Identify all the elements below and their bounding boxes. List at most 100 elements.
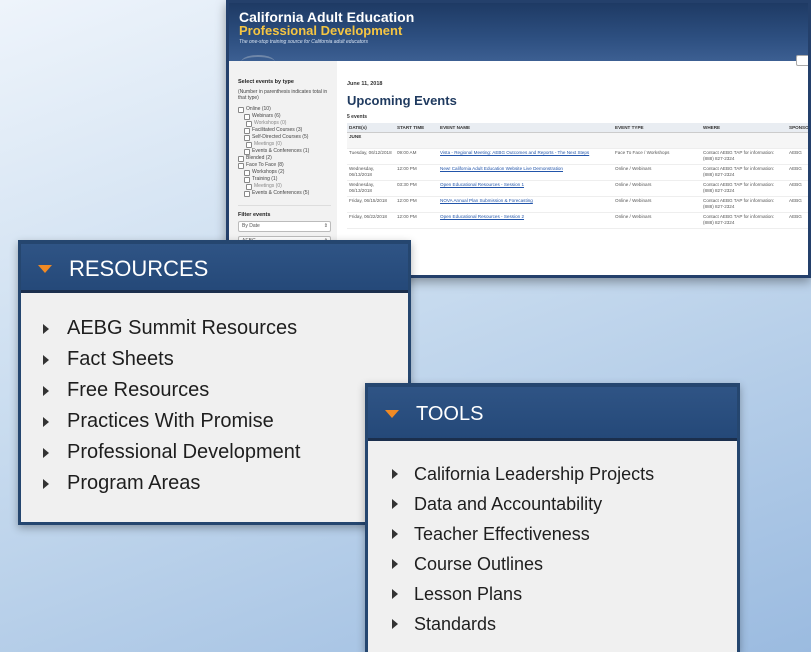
checkbox-icon[interactable] (244, 190, 250, 197)
site-header: California Adult Education Professional … (229, 3, 808, 66)
column-header: EVENT NAME (438, 123, 613, 133)
bullet-triangle-icon (43, 447, 49, 458)
column-header: START TIME (395, 123, 438, 133)
month-label: JUNE (347, 132, 808, 149)
event-type-cell: Online / Webinars (613, 164, 701, 181)
checkbox-icon[interactable] (238, 162, 244, 169)
bullet-triangle-icon (43, 354, 49, 365)
event-link[interactable]: NOVA Annual Plan Submission & Forecastin… (440, 198, 533, 203)
checkbox-icon[interactable] (246, 120, 252, 127)
event-type-cell: Online / Webinars (613, 212, 701, 229)
filter-checkbox-label: Face To Face (8) (246, 162, 284, 168)
tools-link[interactable]: California Leadership Projects (392, 459, 737, 489)
event-type-cell: Face To Face / Workshops (613, 148, 701, 165)
event-link[interactable]: Vista - Regional Meeting: AEBG Outcomes … (440, 150, 589, 155)
tools-link-label: Standards (414, 613, 497, 634)
table-row: Friday, 06/22/2018 12:00 PM Open Education… (347, 212, 808, 229)
resources-link-label: AEBG Summit Resources (67, 317, 298, 339)
filter-checkbox[interactable]: Self-Directed Courses (5) (238, 134, 331, 141)
checkbox-icon[interactable] (244, 113, 250, 120)
checkbox-icon[interactable] (244, 176, 250, 183)
tools-header[interactable]: TOOLS (368, 383, 737, 441)
event-where-cell: Contact AEBG TAP for information: (888) … (701, 148, 787, 165)
filter-checkbox-label: Workshops (0) (254, 120, 287, 126)
table-row: Tuesday, 06/12/2018 09:00 AM Vista - Regio… (347, 148, 808, 165)
table-row: Friday, 06/15/2018 12:00 PM NOVA Annual Pl… (347, 196, 808, 213)
table-row: Wednesday, 06/13/2018 12:00 PM New! Califo… (347, 164, 808, 181)
filter-checkbox[interactable]: Facilitated Courses (3) (238, 127, 331, 134)
tools-list: California Leadership Projects Data and A… (392, 459, 737, 639)
resources-link[interactable]: Free Resources (43, 375, 408, 406)
tools-link-label: Course Outlines (414, 553, 544, 574)
tools-link[interactable]: Course Outlines (392, 549, 737, 579)
tools-link[interactable]: Data and Accountability (392, 489, 737, 519)
filter-checkbox[interactable]: Webinars (6) (238, 113, 331, 120)
filter-checkbox[interactable]: Training (1) (238, 176, 331, 183)
bullet-triangle-icon (392, 529, 398, 539)
filter-checkbox-label: Self-Directed Courses (5) (252, 134, 309, 140)
event-date-cell: Friday, 06/15/2018 (347, 196, 395, 213)
filter-checkbox[interactable]: Workshops (0) (238, 120, 331, 127)
column-header: WHERE (701, 123, 787, 133)
filter-checkbox[interactable]: Face To Face (8) (238, 162, 331, 169)
event-date-cell: Tuesday, 06/12/2018 (347, 148, 395, 165)
event-date-cell: Wednesday, 06/13/2018 (347, 164, 395, 181)
event-type-cell: Online / Webinars (613, 180, 701, 197)
filter-select[interactable]: By Date (238, 221, 331, 232)
filter-checkbox-label: Meetings (0) (254, 141, 282, 147)
resources-link[interactable]: AEBG Summit Resources (43, 313, 408, 344)
filter-note: (Number in parenthesis indicates total i… (238, 89, 328, 101)
checkbox-icon[interactable] (244, 134, 250, 141)
event-date-cell: Friday, 06/22/2018 (347, 212, 395, 229)
event-link[interactable]: Open Educational Resources - Session 2 (440, 214, 524, 219)
resources-link[interactable]: Fact Sheets (43, 344, 408, 375)
checkbox-icon[interactable] (244, 148, 250, 155)
resources-link-label: Professional Development (67, 441, 301, 463)
caret-down-icon (38, 264, 52, 273)
filter-checkbox[interactable]: Online (10) (238, 106, 331, 113)
filter-events-header: Filter events (238, 205, 331, 218)
filter-checkbox[interactable]: Meetings (0) (238, 183, 331, 190)
event-name-cell: NOVA Annual Plan Submission & Forecastin… (438, 196, 613, 213)
bullet-triangle-icon (392, 469, 398, 479)
checkbox-icon[interactable] (246, 141, 252, 148)
resources-link[interactable]: Practices With Promise (43, 406, 408, 437)
bullet-triangle-icon (43, 323, 49, 334)
event-count: 5 events (347, 114, 368, 120)
events-table: DATE(s) START TIME EVENT NAME EVENT TYPE WHE… (347, 123, 808, 229)
filter-checkbox[interactable]: Events & Conferences (5) (238, 190, 331, 197)
event-name-cell: Open Educational Resources - Session 2 (438, 212, 613, 229)
column-header: SPONSOR (787, 123, 808, 133)
event-time-cell: 09:00 AM (395, 148, 438, 165)
event-sponsor-cell: AEBG (787, 148, 808, 165)
checkbox-icon[interactable] (246, 183, 252, 190)
checkbox-icon[interactable] (244, 127, 250, 134)
resources-link[interactable]: Program Areas (43, 468, 408, 499)
filter-checkbox-label: Facilitated Courses (3) (252, 127, 303, 133)
events-main: June 11, 2018 Upcoming Events 5 events D… (347, 61, 808, 275)
event-link[interactable]: Open Educational Resources - Session 1 (440, 182, 524, 187)
table-row: Wednesday, 06/13/2018 03:30 PM Open Educat… (347, 180, 808, 197)
tools-link[interactable]: Standards (392, 609, 737, 639)
event-sponsor-cell: AEBG (787, 212, 808, 229)
event-time-cell: 12:00 PM (395, 196, 438, 213)
event-link[interactable]: New! California Adult Education Website … (440, 166, 563, 171)
filter-checkbox[interactable]: Events & Conferences (1) (238, 148, 331, 155)
filter-checkbox-label: Blended (2) (246, 155, 272, 161)
filter-checkbox[interactable]: Workshops (2) (238, 169, 331, 176)
resources-link-label: Program Areas (67, 472, 201, 494)
tools-link[interactable]: Lesson Plans (392, 579, 737, 609)
checkbox-icon[interactable] (238, 106, 244, 113)
event-name-cell: Open Educational Resources - Session 1 (438, 180, 613, 197)
resources-header[interactable]: RESOURCES (21, 240, 408, 293)
tools-link[interactable]: Teacher Effectiveness (392, 519, 737, 549)
checkbox-icon[interactable] (238, 155, 244, 162)
resources-link-label: Fact Sheets (67, 348, 174, 370)
checkbox-icon[interactable] (244, 169, 250, 176)
filter-checkbox[interactable]: Blended (2) (238, 155, 331, 162)
site-subtitle: Professional Development (239, 23, 403, 38)
filter-checkbox[interactable]: Meetings (0) (238, 141, 331, 148)
tools-panel: TOOLS California Leadership Projects Data… (365, 383, 740, 652)
resources-link[interactable]: Professional Development (43, 437, 408, 468)
event-name-cell: Vista - Regional Meeting: AEBG Outcomes … (438, 148, 613, 165)
